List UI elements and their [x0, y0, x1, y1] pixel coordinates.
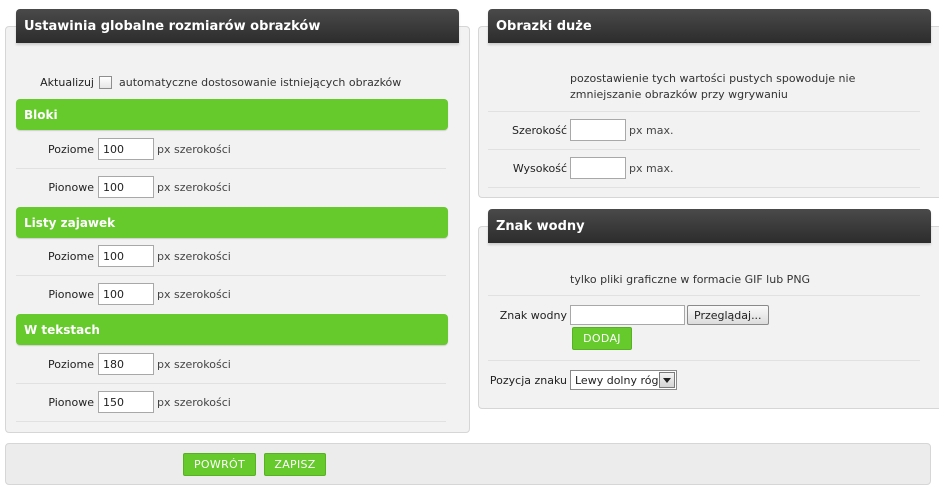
bloki-vertical-label: Pionowe	[48, 180, 94, 194]
position-label: Pozycja znaku	[489, 373, 567, 387]
watermark-title-text: Znak wodny	[496, 218, 585, 234]
height-input[interactable]	[570, 157, 626, 179]
position-row: Pozycja znaku Lewy dolny róg	[488, 369, 908, 391]
large-images-title: Obrazki duże	[488, 9, 931, 43]
tekst-vertical-label: Pionowe	[48, 395, 94, 409]
update-label: Aktualizuj	[40, 75, 94, 89]
listy-vertical-label: Pionowe	[48, 287, 94, 301]
divider	[488, 187, 920, 188]
divider	[488, 111, 920, 112]
bloki-horizontal-unit: px szerokości	[157, 142, 231, 156]
divider	[16, 421, 446, 422]
section-bloki: Bloki	[16, 99, 448, 130]
large-images-note: pozostawienie tych wartości pustych spow…	[570, 72, 856, 101]
bloki-vertical-row: Pionowe px szerokości	[16, 176, 446, 198]
tekst-vertical-input[interactable]	[98, 391, 154, 413]
listy-vertical-unit: px szerokości	[157, 287, 231, 301]
width-label: Szerokość	[511, 123, 567, 137]
divider	[16, 168, 446, 169]
listy-horizontal-row: Poziome px szerokości	[16, 245, 446, 267]
add-watermark-button[interactable]: DODAJ	[572, 327, 632, 350]
width-unit: px max.	[629, 123, 674, 137]
listy-vertical-row: Pionowe px szerokości	[16, 283, 446, 305]
update-checkbox-label: automatyczne dostosowanie istniejących o…	[119, 75, 402, 89]
section-listy-zajawek-title: Listy zajawek	[24, 215, 116, 230]
tekst-vertical-row: Pionowe px szerokości	[16, 391, 446, 413]
width-row: Szerokość px max.	[488, 119, 908, 141]
watermark-note: tylko pliki graficzne w formacie GIF lub…	[570, 273, 811, 286]
bloki-horizontal-label: Poziome	[47, 142, 94, 156]
global-settings-title-text: Ustawinia globalne rozmiarów obrazków	[24, 18, 321, 34]
divider	[488, 295, 920, 296]
large-images-title-text: Obrazki duże	[496, 18, 592, 34]
watermark-file-input[interactable]	[570, 305, 685, 325]
tekst-vertical-unit: px szerokości	[157, 395, 231, 409]
update-checkbox[interactable]	[99, 75, 112, 89]
height-row: Wysokość px max.	[488, 157, 908, 179]
height-unit: px max.	[629, 161, 674, 175]
height-label: Wysokość	[512, 161, 567, 175]
tekst-horizontal-unit: px szerokości	[157, 357, 231, 371]
width-input[interactable]	[570, 119, 626, 141]
watermark-file-row: Znak wodny Przeglądaj...	[488, 304, 908, 326]
bloki-horizontal-row: Poziome px szerokości	[16, 138, 446, 160]
bloki-vertical-unit: px szerokości	[157, 180, 231, 194]
section-w-tekstach: W tekstach	[16, 314, 448, 345]
divider	[16, 383, 446, 384]
listy-horizontal-label: Poziome	[47, 249, 94, 263]
watermark-title: Znak wodny	[488, 209, 931, 243]
global-settings-title: Ustawinia globalne rozmiarów obrazków	[16, 9, 459, 43]
bloki-vertical-input[interactable]	[98, 176, 154, 198]
back-button[interactable]: POWRÓT	[183, 453, 256, 476]
divider	[488, 149, 920, 150]
save-button[interactable]: ZAPISZ	[264, 453, 326, 476]
section-bloki-title: Bloki	[24, 107, 58, 122]
footer-bar	[5, 443, 931, 485]
listy-vertical-input[interactable]	[98, 283, 154, 305]
browse-button[interactable]: Przeglądaj...	[687, 305, 769, 325]
tekst-horizontal-input[interactable]	[98, 353, 154, 375]
watermark-file-label: Znak wodny	[499, 308, 567, 322]
position-select[interactable]: Lewy dolny róg	[570, 370, 677, 390]
listy-horizontal-unit: px szerokości	[157, 249, 231, 263]
update-row: Aktualizuj automatyczne dostosowanie ist…	[16, 73, 456, 91]
divider	[16, 275, 446, 276]
position-select-value: Lewy dolny róg	[575, 373, 659, 387]
section-listy-zajawek: Listy zajawek	[16, 207, 448, 238]
bloki-horizontal-input[interactable]	[98, 138, 154, 160]
divider	[488, 360, 920, 361]
section-w-tekstach-title: W tekstach	[24, 322, 100, 337]
tekst-horizontal-row: Poziome px szerokości	[16, 353, 446, 375]
chevron-down-icon[interactable]	[659, 372, 675, 388]
listy-horizontal-input[interactable]	[98, 245, 154, 267]
tekst-horizontal-label: Poziome	[47, 357, 94, 371]
